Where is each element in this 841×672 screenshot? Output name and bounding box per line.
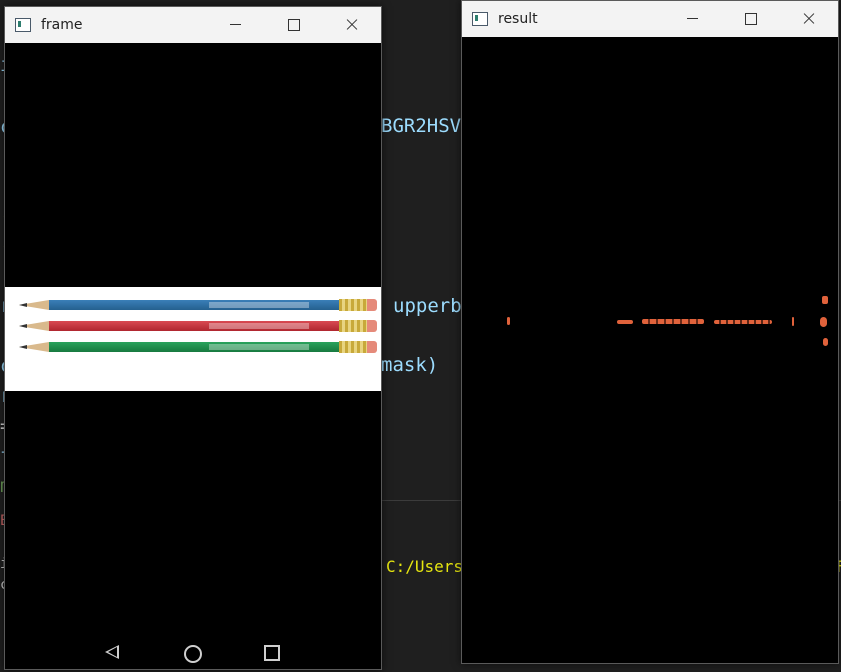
pencil-image [5, 287, 381, 391]
close-button[interactable] [780, 1, 838, 37]
red-pencil [19, 320, 377, 332]
code-text-upperb: upperb [393, 295, 462, 317]
close-button[interactable] [323, 7, 381, 43]
app-icon [15, 18, 31, 32]
app-icon [472, 12, 488, 26]
maximize-button[interactable] [722, 1, 780, 37]
back-icon[interactable] [105, 645, 119, 659]
frame-titlebar[interactable]: frame [5, 7, 381, 43]
window-title: result [498, 11, 538, 27]
terminal-path: C:/Users/ [386, 557, 473, 576]
result-window[interactable]: result [461, 0, 839, 664]
android-nav-bar [5, 635, 381, 669]
minimize-button[interactable] [664, 1, 722, 37]
window-title: frame [41, 17, 83, 33]
maximize-button[interactable] [265, 7, 323, 43]
minimize-button[interactable] [207, 7, 265, 43]
code-text-bgr2hsv: BGR2HSV [381, 115, 462, 137]
green-pencil [19, 341, 377, 353]
code-text-mask: mask) [381, 354, 439, 376]
frame-window[interactable]: frame [4, 6, 382, 670]
blue-pencil [19, 299, 377, 311]
home-icon[interactable] [184, 645, 202, 663]
result-titlebar[interactable]: result [462, 1, 838, 37]
recent-apps-icon[interactable] [264, 645, 280, 661]
